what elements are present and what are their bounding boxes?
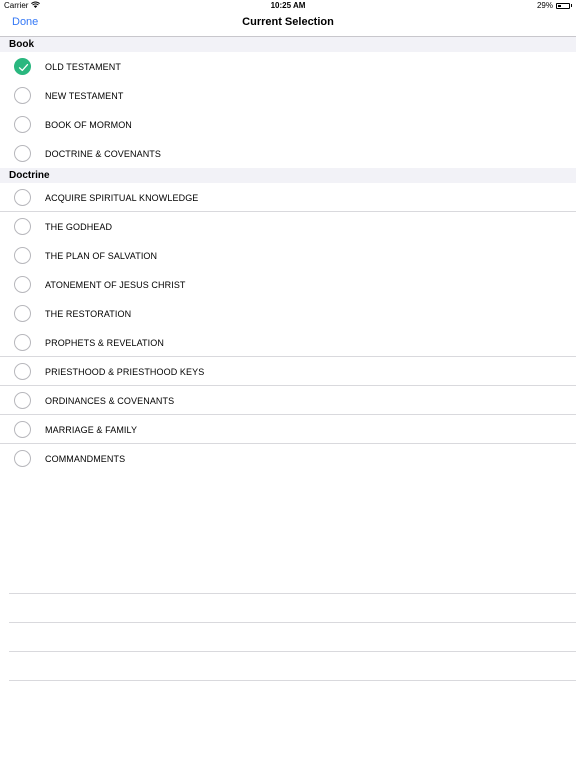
page-title: Current Selection (242, 16, 334, 28)
list-item[interactable]: BOOK OF MORMON (0, 110, 576, 139)
list-item[interactable]: PROPHETS & REVELATION (0, 328, 576, 357)
battery-icon (556, 2, 570, 9)
battery-percent: 29% (536, 1, 553, 10)
list-item-label: THE RESTORATION (45, 308, 132, 319)
list-item[interactable]: PRIESTHOOD & PRIESTHOOD KEYS (0, 357, 576, 386)
radio-circle-icon[interactable] (14, 334, 31, 351)
list-item-label: NEW TESTAMENT (45, 90, 124, 101)
radio-circle-icon[interactable] (14, 276, 31, 293)
list-item[interactable]: THE GODHEAD (0, 212, 576, 241)
checkmark-circle-icon[interactable] (14, 58, 31, 75)
list-item[interactable]: COMMANDMENTS (0, 444, 576, 473)
list-item-label: BOOK OF MORMON (45, 119, 132, 130)
list-item[interactable]: OLD TESTAMENT (0, 52, 576, 81)
status-time: 10:25 AM (270, 1, 306, 10)
list-item[interactable]: NEW TESTAMENT (0, 81, 576, 110)
radio-circle-icon[interactable] (14, 392, 31, 409)
radio-circle-icon[interactable] (14, 363, 31, 380)
list-item[interactable]: ATONEMENT OF JESUS CHRIST (0, 270, 576, 299)
list-item-label: DOCTRINE & COVENANTS (45, 148, 162, 159)
empty-row-divider (9, 651, 576, 652)
list-item[interactable]: ACQUIRE SPIRITUAL KNOWLEDGE (0, 183, 576, 212)
radio-circle-icon[interactable] (14, 421, 31, 438)
status-right: 29% (537, 1, 572, 10)
list-item-label: COMMANDMENTS (45, 453, 126, 464)
list-item[interactable]: ORDINANCES & COVENANTS (0, 386, 576, 415)
section-header: Book (0, 37, 576, 52)
radio-circle-icon[interactable] (14, 116, 31, 133)
list-item-label: MARRIAGE & FAMILY (45, 424, 138, 435)
battery-tip (571, 4, 572, 7)
empty-row-divider (9, 593, 576, 594)
radio-circle-icon[interactable] (14, 247, 31, 264)
list-item-label: ORDINANCES & COVENANTS (45, 395, 175, 406)
list-item[interactable]: DOCTRINE & COVENANTS (0, 139, 576, 168)
list-item[interactable]: THE RESTORATION (0, 299, 576, 328)
list-item[interactable]: MARRIAGE & FAMILY (0, 415, 576, 444)
list-item[interactable]: THE PLAN OF SALVATION (0, 241, 576, 270)
list-item-label: ACQUIRE SPIRITUAL KNOWLEDGE (45, 192, 199, 203)
list-item-label: ATONEMENT OF JESUS CHRIST (45, 279, 186, 290)
list-item-label: THE PLAN OF SALVATION (45, 250, 158, 261)
radio-circle-icon[interactable] (14, 145, 31, 162)
list-item-label: THE GODHEAD (45, 221, 113, 232)
empty-row-divider (9, 622, 576, 623)
empty-row-divider (9, 680, 576, 681)
section-header: Doctrine (0, 168, 576, 183)
nav-bar: Done Current Selection (0, 12, 576, 37)
radio-circle-icon[interactable] (14, 305, 31, 322)
list-item-label: PROPHETS & REVELATION (45, 337, 164, 348)
battery-fill (558, 4, 561, 7)
radio-circle-icon[interactable] (14, 87, 31, 104)
status-bar: Carrier 10:25 AM 29% (0, 0, 576, 12)
list-item-label: PRIESTHOOD & PRIESTHOOD KEYS (45, 366, 205, 377)
list-item-label: OLD TESTAMENT (45, 61, 121, 72)
radio-circle-icon[interactable] (14, 450, 31, 467)
radio-circle-icon[interactable] (14, 218, 31, 235)
radio-circle-icon[interactable] (14, 189, 31, 206)
